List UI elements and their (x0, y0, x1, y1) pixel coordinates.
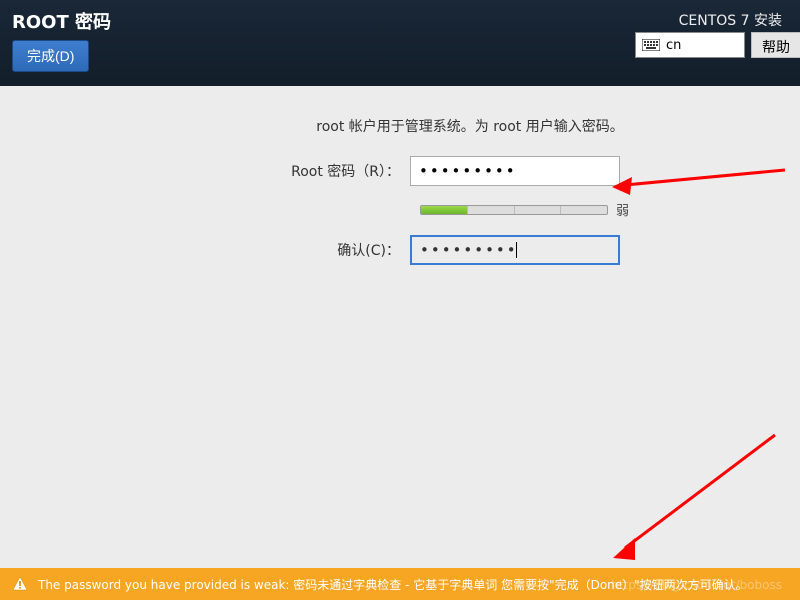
distro-label: CENTOS 7 安装 (679, 10, 782, 30)
annotation-arrow-2 (605, 430, 785, 570)
strength-label: 弱 (616, 200, 629, 219)
content-area: root 帐户用于管理系统。为 root 用户输入密码。 Root 密码（R）：… (0, 86, 800, 265)
header-bar: ROOT 密码 完成(D) CENTOS 7 安装 cn 帮助 (0, 0, 800, 86)
text-cursor (516, 242, 517, 258)
strength-seg-3 (515, 206, 562, 214)
confirm-row: 确认(C)： ••••••••• (40, 235, 760, 265)
help-button[interactable]: 帮助 (751, 32, 800, 58)
strength-seg-1 (421, 206, 468, 214)
keyboard-layout-text: cn (666, 38, 681, 53)
strength-seg-4 (561, 206, 607, 214)
password-label: Root 密码（R）： (40, 161, 410, 181)
warning-icon (12, 576, 28, 592)
header-right: CENTOS 7 安装 cn 帮助 (635, 32, 800, 58)
confirm-password-value: ••••••••• (420, 241, 518, 259)
strength-seg-2 (468, 206, 515, 214)
password-strength-meter (420, 205, 608, 215)
root-password-input[interactable] (410, 156, 620, 186)
intro-text: root 帐户用于管理系统。为 root 用户输入密码。 (180, 116, 760, 136)
strength-row: 弱 (420, 200, 760, 219)
done-button[interactable]: 完成(D) (12, 40, 89, 72)
password-row: Root 密码（R）： (40, 156, 760, 186)
warning-bar: The password you have provided is weak: … (0, 568, 800, 600)
confirm-label: 确认(C)： (40, 240, 410, 260)
warning-text: The password you have provided is weak: … (38, 576, 748, 593)
keyboard-icon (642, 39, 660, 51)
keyboard-layout-selector[interactable]: cn (635, 32, 745, 58)
confirm-password-input[interactable]: ••••••••• (410, 235, 620, 265)
